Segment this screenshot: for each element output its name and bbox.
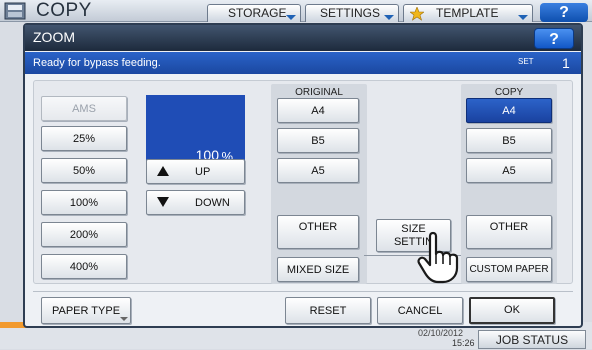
star-icon [410, 7, 424, 21]
custom-paper-button[interactable]: CUSTOM PAPER [466, 257, 552, 282]
message-bar: Ready for bypass feeding. SET 1 [25, 52, 581, 74]
set-count: 1 [562, 55, 570, 71]
zoom-50-button[interactable]: 50% [41, 158, 127, 183]
original-a5-button[interactable]: A5 [277, 158, 359, 183]
original-b5-button[interactable]: B5 [277, 128, 359, 153]
time-readout: 15:26 [452, 338, 475, 348]
zoom-down-button[interactable]: DOWN [146, 190, 245, 215]
dialog-title: ZOOM [33, 29, 75, 45]
dialog-header: ZOOM ? [25, 25, 581, 51]
zoom-100-button[interactable]: 100% [41, 190, 127, 215]
zoom-400-button[interactable]: 400% [41, 254, 127, 279]
app-title: COPY [36, 0, 92, 21]
chevron-down-icon [518, 15, 528, 20]
original-header: ORIGINAL [295, 87, 343, 98]
dialog-help-button[interactable]: ? [534, 28, 574, 49]
mixed-size-button[interactable]: MIXED SIZE [277, 257, 359, 282]
tab-storage[interactable]: STORAGE [207, 4, 301, 22]
copy-app-icon [4, 2, 26, 20]
footer-divider [33, 291, 573, 292]
original-a4-button[interactable]: A4 [277, 98, 359, 123]
copy-other-button[interactable]: OTHER [466, 215, 552, 249]
date-readout: 02/10/2012 [418, 328, 464, 338]
arrow-up-icon [157, 166, 169, 176]
top-bar: COPY STORAGE SETTINGS TEMPLATE ? [0, 0, 592, 22]
paper-type-button[interactable]: PAPER TYPE [41, 297, 131, 324]
tab-storage-label: STORAGE [228, 6, 287, 20]
copy-a4-button[interactable]: A4 [466, 98, 552, 123]
tab-settings-label: SETTINGS [320, 6, 381, 20]
chevron-down-icon [384, 15, 394, 20]
paper-type-label: PAPER TYPE [51, 305, 121, 317]
zoom-dialog: ZOOM ? Ready for bypass feeding. SET 1 A… [23, 23, 583, 328]
copy-a5-button[interactable]: A5 [466, 158, 552, 183]
chevron-down-icon [120, 317, 128, 321]
zoom-up-button[interactable]: UP [146, 159, 245, 184]
zoom-25-button[interactable]: 25% [41, 126, 127, 151]
status-message: Ready for bypass feeding. [33, 57, 161, 69]
tab-template[interactable]: TEMPLATE [403, 4, 533, 22]
arrow-down-icon [157, 197, 169, 207]
chevron-down-icon [286, 15, 296, 20]
tab-settings[interactable]: SETTINGS [305, 4, 399, 22]
reset-button[interactable]: RESET [285, 297, 371, 324]
zoom-200-button[interactable]: 200% [41, 222, 127, 247]
zoom-down-label: DOWN [195, 197, 230, 209]
copy-header: COPY [494, 87, 524, 98]
help-icon[interactable]: ? [540, 3, 588, 22]
copy-b5-button[interactable]: B5 [466, 128, 552, 153]
tab-template-label: TEMPLATE [436, 6, 499, 20]
zoom-up-label: UP [195, 166, 211, 178]
cancel-button[interactable]: CANCEL [377, 297, 463, 324]
set-label: SET [518, 57, 534, 66]
original-other-button[interactable]: OTHER [277, 215, 359, 249]
ams-button[interactable]: AMS [41, 96, 127, 121]
hand-pointer-icon [417, 231, 459, 284]
job-status-button[interactable]: JOB STATUS [478, 330, 586, 349]
ok-button[interactable]: OK [469, 297, 555, 324]
